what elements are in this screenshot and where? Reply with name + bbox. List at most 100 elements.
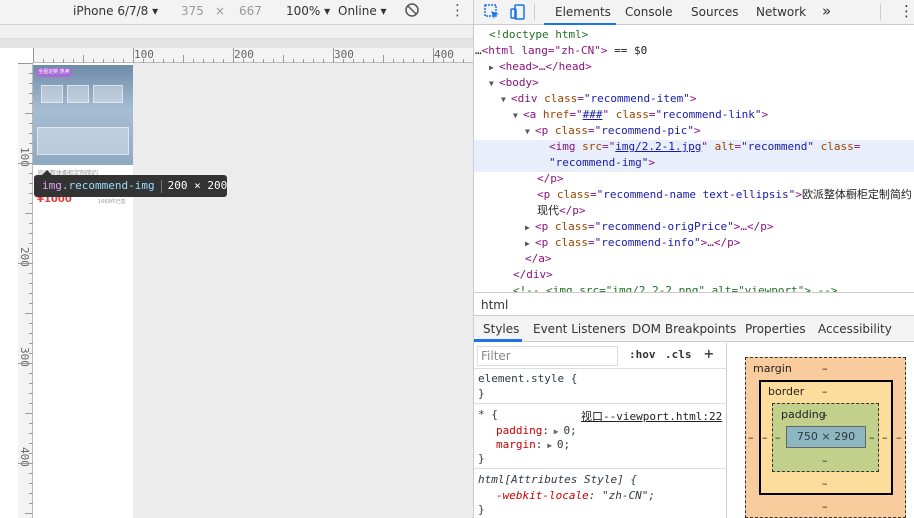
network-value: Online: [338, 4, 377, 18]
dom-node-div-close[interactable]: </div>: [513, 267, 553, 283]
devtools-toolbar: Elements Console Sources Network » ⋮: [474, 0, 914, 25]
attr-style-selector: html[Attributes Style] {: [478, 473, 637, 486]
dom-node-comment[interactable]: <!-- <img src="img/2.2-2.png" alt="viewp…: [513, 283, 838, 292]
inspect-icon[interactable]: [483, 3, 501, 24]
ruler-tick: [83, 55, 84, 63]
tab-sources[interactable]: Sources: [691, 5, 738, 19]
tab-console[interactable]: Console: [625, 5, 673, 19]
dom-node-html[interactable]: …<html lang="zh-CN"> == $0: [475, 43, 647, 59]
box-model-content[interactable]: 750 × 290: [786, 426, 866, 448]
device-select[interactable]: iPhone 6/7/8 ▾: [73, 4, 158, 18]
tab-network[interactable]: Network: [756, 5, 806, 19]
dom-node-head[interactable]: ▶ <head>…</head>: [489, 59, 592, 76]
dom-tree: <!doctype html> …<html lang="zh-CN"> == …: [474, 26, 914, 292]
dom-node[interactable]: <!doctype html>: [489, 27, 588, 43]
rule-close: }: [478, 452, 485, 465]
dom-node-p[interactable]: ▼ <p class="recommend-pic">: [525, 123, 701, 140]
tab-properties[interactable]: Properties: [745, 322, 806, 336]
width-input[interactable]: 375: [181, 4, 204, 18]
network-select[interactable]: Online ▾: [338, 4, 387, 18]
dom-node-origprice[interactable]: ▶ <p class="recommend-origPrice">…</p>: [525, 219, 773, 236]
ruler-tick: [233, 48, 234, 63]
ruler-tick: [25, 113, 33, 114]
device-toggle-icon[interactable]: [509, 3, 527, 24]
rotate-icon[interactable]: [404, 2, 420, 21]
ruler-tick: [18, 63, 33, 64]
add-rule-button[interactable]: +: [704, 344, 714, 363]
more-tabs-icon[interactable]: »: [822, 2, 831, 20]
margin-left-value[interactable]: –: [748, 431, 754, 444]
ruler-tick: [18, 463, 33, 464]
height-input[interactable]: 667: [239, 4, 262, 18]
tooltip-size: 200 × 200: [167, 179, 228, 192]
ruler-tick: [333, 48, 334, 63]
padding-top-value[interactable]: –: [822, 408, 828, 421]
responsive-ruler: [0, 25, 473, 39]
product-info: 1669件已售: [98, 199, 126, 205]
times-sign: ×: [215, 4, 226, 18]
zoom-select[interactable]: 100% ▾: [286, 4, 330, 18]
ruler-tick: [18, 363, 33, 364]
recommend-img[interactable]: [33, 65, 133, 165]
sidebar-tabs: Styles Event Listeners DOM Breakpoints P…: [474, 316, 914, 342]
active-subtab-indicator: [474, 339, 522, 342]
tab-dom-breakpoints[interactable]: DOM Breakpoints: [632, 322, 736, 336]
dom-node-a-close[interactable]: </a>: [525, 251, 552, 267]
border-label: border: [768, 385, 805, 398]
padding-right-value[interactable]: –: [869, 431, 875, 444]
ruler-tick: [183, 55, 184, 63]
padding-left-value[interactable]: –: [775, 431, 781, 444]
hov-button[interactable]: :hov: [629, 348, 656, 361]
ruler-tick: [18, 263, 33, 264]
dom-node-img[interactable]: <img src="img/2.2-1.jpg" alt="recommend"…: [549, 139, 860, 155]
ruler-tick: [33, 48, 34, 63]
tab-styles[interactable]: Styles: [483, 322, 519, 336]
dom-node-info[interactable]: ▶ <p class="recommend-info">…</p>: [525, 235, 740, 252]
product-tag: 全屋定制 热卖: [36, 68, 72, 77]
ruler-tick: [433, 48, 434, 63]
inspect-tooltip: img.recommend-img 200 × 200: [34, 170, 228, 197]
device-toolbar: iPhone 6/7/8 ▾ 375 × 667 100% ▾ Online ▾: [0, 0, 473, 25]
margin-top-value[interactable]: –: [822, 362, 828, 375]
dom-node-name[interactable]: <p class="recommend-name text-ellipsis">…: [537, 187, 912, 203]
media-query-bar[interactable]: [0, 39, 473, 48]
border-left-value[interactable]: –: [762, 431, 768, 444]
ruler-tick: [25, 213, 33, 214]
breadcrumb: html: [474, 292, 914, 316]
margin-bottom-value[interactable]: –: [822, 500, 828, 513]
horizontal-ruler: 100 200 300 400: [33, 48, 474, 63]
tab-event-listeners[interactable]: Event Listeners: [533, 322, 626, 336]
border-top-value[interactable]: –: [822, 385, 828, 398]
rule-source-link[interactable]: 视口--viewport.html:22: [581, 408, 722, 424]
dom-node-a[interactable]: ▼ <a href="###" class="recommend-link">: [513, 107, 768, 124]
dom-node-p-close[interactable]: </p>: [537, 171, 564, 187]
dom-node-div[interactable]: ▼ <div class="recommend-item">: [501, 91, 696, 108]
tab-accessibility[interactable]: Accessibility: [818, 322, 892, 336]
ruler-tick: [18, 163, 33, 164]
tooltip-class: .recommend-img: [61, 179, 155, 192]
margin-label: margin: [753, 362, 792, 375]
breadcrumb-item-html[interactable]: html: [481, 298, 508, 312]
ruler-tick: [383, 55, 384, 63]
tab-elements[interactable]: Elements: [555, 5, 611, 19]
active-tab-indicator: [544, 23, 616, 25]
ruler-tick: [25, 513, 33, 514]
border-right-value[interactable]: –: [882, 431, 888, 444]
rule-close: }: [478, 503, 485, 516]
margin-right-value[interactable]: –: [896, 431, 902, 444]
devtools-more-icon[interactable]: ⋮: [899, 2, 914, 20]
vertical-ruler: 100 200 300 400: [18, 63, 33, 518]
cls-button[interactable]: .cls: [665, 348, 692, 361]
device-more-icon[interactable]: ⋮: [450, 3, 465, 18]
padding-bottom-value[interactable]: –: [822, 454, 828, 467]
css-declaration[interactable]: padding: ▶ 0;: [496, 424, 577, 437]
device-name: iPhone 6/7/8: [73, 4, 149, 18]
border-bottom-value[interactable]: –: [822, 477, 828, 490]
styles-filter-input[interactable]: Filter: [477, 346, 618, 366]
css-declaration[interactable]: margin: ▶ 0;: [496, 438, 570, 451]
universal-selector[interactable]: * {: [478, 408, 498, 421]
dom-node-img-cont: "recommend-img">: [549, 156, 655, 169]
element-style-selector[interactable]: element.style {: [478, 372, 577, 385]
dom-node-body[interactable]: ▼ <body>: [489, 75, 539, 92]
zoom-value: 100%: [286, 4, 321, 18]
